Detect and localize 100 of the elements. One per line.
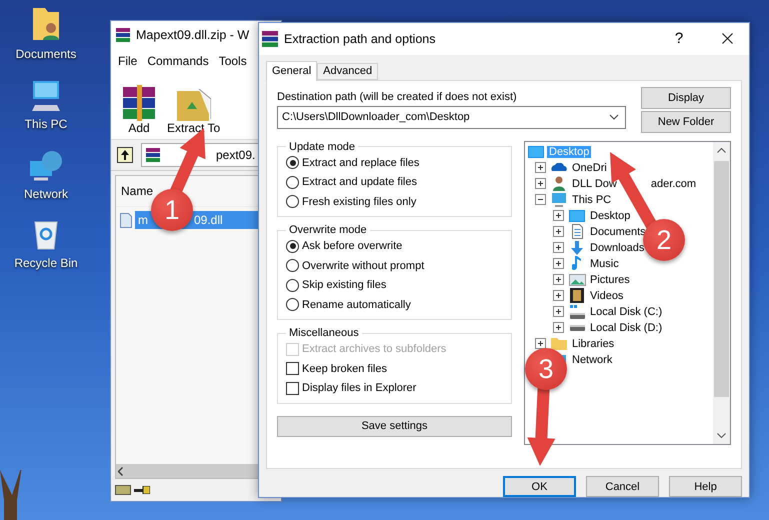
- archive-icon: [262, 30, 278, 47]
- archive-icon: [116, 28, 130, 42]
- checkbox[interactable]: [286, 382, 299, 395]
- scroll-up-icon[interactable]: [717, 148, 726, 153]
- computer-icon: [31, 81, 61, 111]
- dialog-button[interactable]: Help: [669, 476, 742, 497]
- document-icon: [572, 224, 582, 240]
- radio-button[interactable]: [286, 298, 299, 312]
- desktop-icon-label[interactable]: Documents: [16, 47, 76, 61]
- tab[interactable]: Advanced: [317, 62, 378, 80]
- radio-button[interactable]: [286, 156, 299, 170]
- group-title: Overwrite mode: [288, 224, 368, 236]
- cloud-icon: [551, 163, 567, 172]
- expand-toggle[interactable]: [553, 306, 564, 318]
- computer-icon: [552, 192, 566, 207]
- option-label[interactable]: Ask before overwrite: [302, 240, 402, 252]
- tree-item[interactable]: Desktop: [588, 210, 632, 222]
- dialog-button[interactable]: New Folder: [641, 110, 731, 133]
- desktop-icon-label[interactable]: Network: [24, 187, 68, 201]
- tree-item[interactable]: This PC: [570, 194, 614, 206]
- dialog-title: Extraction path and options: [284, 32, 436, 46]
- drive-icon: [570, 324, 584, 331]
- vertical-scrollbar[interactable]: [713, 142, 730, 444]
- path-combo-box[interactable]: C:\Users\DllDownloader_com\Desktop: [277, 106, 626, 129]
- tree-item[interactable]: Network: [570, 354, 614, 366]
- up-folder-button[interactable]: [115, 145, 135, 165]
- picture-icon: [568, 274, 586, 286]
- dialog-button[interactable]: Cancel: [586, 476, 659, 497]
- desktop-icon-label[interactable]: Recycle Bin: [14, 256, 78, 270]
- tree-item[interactable]: Pictures: [588, 274, 632, 286]
- drive-icon: [570, 304, 584, 319]
- expand-toggle[interactable]: [535, 178, 546, 190]
- extract-folder-icon: [176, 89, 211, 121]
- field-label: Destination path (will be created if does not exist): [277, 90, 518, 103]
- expand-toggle[interactable]: [553, 242, 564, 254]
- monitor-icon: [569, 210, 585, 222]
- dialog-button[interactable]: OK: [503, 476, 576, 497]
- save-settings-button[interactable]: Save settings: [277, 416, 512, 437]
- tree-drawing: [0, 470, 22, 520]
- archive-books-icon: [123, 85, 155, 121]
- film-icon: [570, 288, 584, 304]
- archive-icon: [146, 148, 160, 162]
- toolbar-button[interactable]: Add: [123, 85, 155, 135]
- option-label[interactable]: Keep broken files: [302, 362, 387, 375]
- expand-toggle[interactable]: [553, 274, 564, 286]
- tree-item[interactable]: Libraries: [570, 338, 616, 350]
- option-label[interactable]: Extract and replace files: [302, 156, 420, 169]
- music-note-icon: [572, 256, 582, 272]
- option-label[interactable]: Rename automatically: [302, 298, 411, 311]
- tree-item[interactable]: DLL Dow: [570, 178, 619, 190]
- option-label[interactable]: Extract and update files: [302, 176, 417, 188]
- expand-toggle[interactable]: [553, 258, 564, 270]
- network-icon: [30, 151, 62, 181]
- dialog-button[interactable]: Display: [641, 86, 731, 109]
- desktop-icon-label[interactable]: This PC: [24, 117, 68, 131]
- window-title: Mapext09.dll.zip - W: [136, 28, 250, 42]
- radio-button[interactable]: [286, 176, 299, 189]
- scroll-down-icon[interactable]: [717, 432, 726, 438]
- radio-button[interactable]: [286, 278, 299, 292]
- tree-item[interactable]: Videos: [588, 290, 626, 302]
- tree-item[interactable]: Local Disk (C:): [588, 306, 664, 318]
- menu-item[interactable]: Tools: [218, 54, 247, 68]
- folder-icon: [551, 338, 567, 350]
- menu-item[interactable]: Commands: [147, 54, 209, 68]
- column-header[interactable]: Name: [121, 184, 154, 198]
- download-icon: [571, 240, 583, 255]
- option-label[interactable]: Overwrite without prompt: [302, 260, 424, 272]
- menu-item[interactable]: File: [118, 54, 138, 68]
- option-label[interactable]: Fresh existing files only: [302, 196, 416, 208]
- expand-toggle[interactable]: [535, 162, 546, 174]
- file-icon: [120, 212, 132, 228]
- tree-item[interactable]: OneDri: [570, 162, 609, 174]
- recycle-bin-icon: [34, 221, 58, 250]
- tree-item[interactable]: Music: [588, 258, 621, 270]
- close-icon[interactable]: [722, 33, 732, 44]
- radio-button[interactable]: [286, 195, 299, 208]
- chevron-down-icon[interactable]: [609, 114, 619, 120]
- scroll-left-icon[interactable]: [118, 466, 123, 476]
- tab[interactable]: General: [266, 60, 318, 81]
- key-icon: [134, 486, 150, 494]
- help-button[interactable]: ?: [659, 30, 699, 48]
- expand-toggle[interactable]: [553, 210, 564, 222]
- radio-button[interactable]: [286, 240, 299, 253]
- option-label[interactable]: Skip existing files: [302, 279, 386, 292]
- group-title: Miscellaneous: [288, 327, 360, 340]
- expand-toggle[interactable]: [535, 338, 546, 350]
- expand-toggle[interactable]: [553, 322, 564, 334]
- folder-icon: [32, 8, 60, 41]
- option-label[interactable]: Display files in Explorer: [302, 382, 416, 394]
- radio-button[interactable]: [286, 259, 299, 272]
- expand-toggle[interactable]: [535, 194, 546, 206]
- group-title: Update mode: [288, 140, 356, 153]
- checkbox[interactable]: [286, 362, 299, 376]
- expand-toggle[interactable]: [553, 290, 564, 302]
- tree-item[interactable]: ader.com: [648, 178, 698, 190]
- user-icon: [553, 176, 565, 192]
- toolbar-button[interactable]: Extract To: [167, 89, 220, 135]
- expand-toggle[interactable]: [553, 226, 564, 238]
- tree-item[interactable]: Local Disk (D:): [588, 322, 664, 334]
- monitor-icon: [528, 146, 544, 158]
